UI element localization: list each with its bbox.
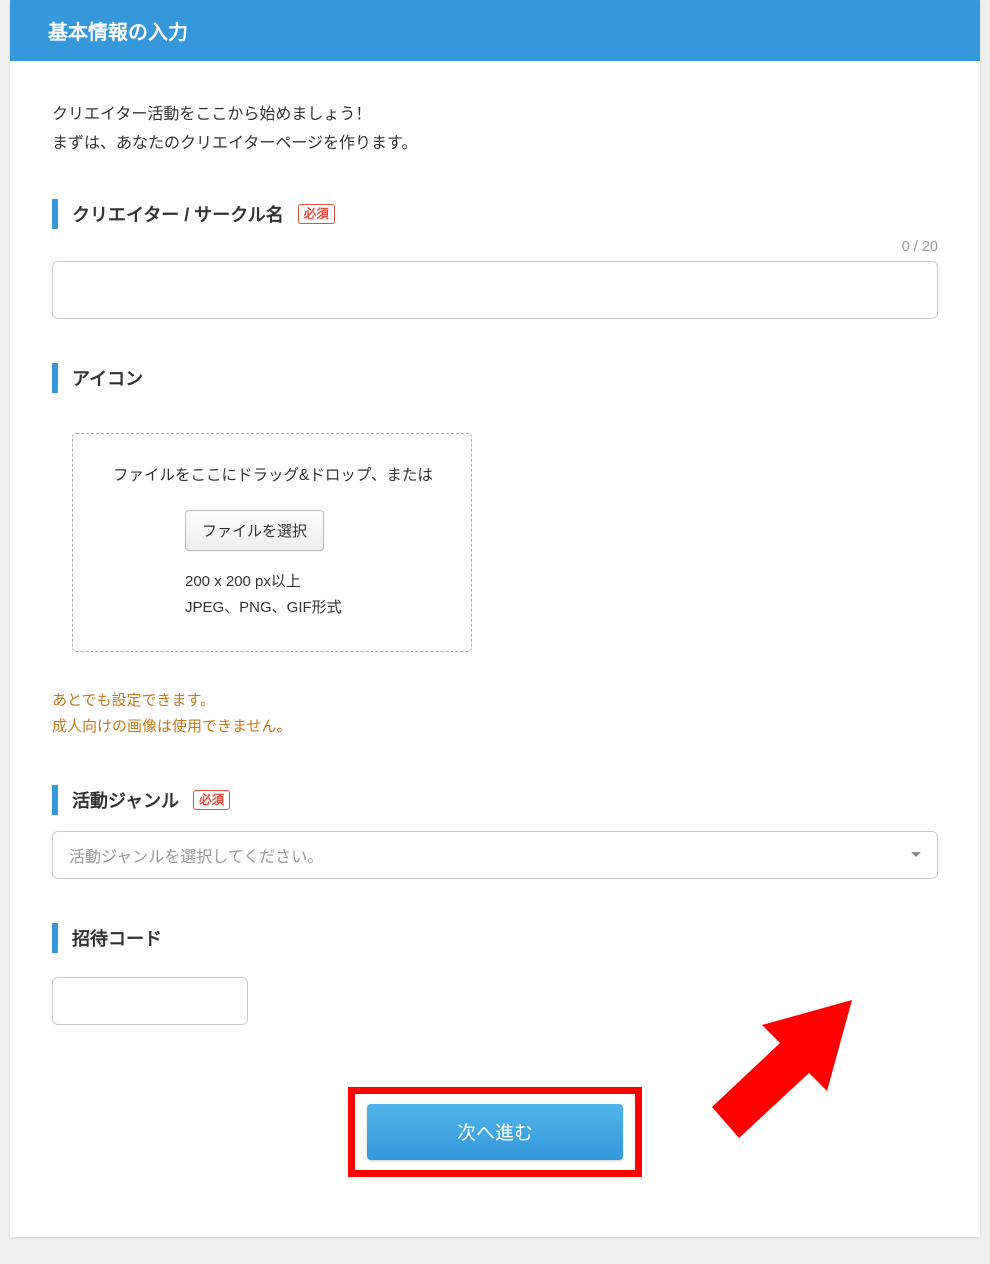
icon-note-1: あとでも設定できます。 [52, 688, 938, 714]
creator-name-label-row: クリエイター / サークル名 必須 [52, 199, 938, 229]
icon-notes: あとでも設定できます。 成人向けの画像は使用できません。 [52, 688, 938, 741]
choose-file-button[interactable]: ファイルを選択 [185, 510, 324, 551]
form-container: 基本情報の入力 クリエイター活動をここから始めましょう！ まずは、あなたのクリエ… [10, 0, 980, 1237]
panel-header: 基本情報の入力 [10, 0, 980, 61]
genre-label: 活動ジャンル [72, 787, 179, 813]
hint-size: 200 x 200 px以上 [185, 569, 435, 595]
required-badge: 必須 [193, 790, 230, 810]
required-badge: 必須 [298, 204, 335, 224]
invite-label: 招待コード [72, 925, 162, 951]
dropzone-hint: 200 x 200 px以上 JPEG、PNG、GIF形式 [185, 569, 435, 622]
intro-line-2: まずは、あなたのクリエイターページを作ります。 [52, 130, 938, 159]
section-accent-bar [52, 923, 58, 953]
header-title: 基本情報の入力 [48, 22, 188, 44]
creator-name-label: クリエイター / サークル名 [72, 201, 284, 227]
arrow-annotation-icon [692, 977, 862, 1147]
icon-label-row: アイコン [52, 363, 938, 393]
invite-code-input[interactable] [52, 977, 248, 1025]
icon-label: アイコン [72, 365, 143, 391]
invite-label-row: 招待コード [52, 923, 938, 953]
file-dropzone[interactable]: ファイルをここにドラッグ&ドロップ、または ファイルを選択 200 x 200 … [72, 433, 472, 653]
intro-text: クリエイター活動をここから始めましょう！ まずは、あなたのクリエイターページを作… [52, 101, 938, 159]
creator-name-input[interactable] [52, 261, 938, 319]
genre-select[interactable]: 活動ジャンルを選択してください。 [52, 831, 938, 879]
genre-placeholder: 活動ジャンルを選択してください。 [69, 843, 323, 867]
next-button[interactable]: 次へ進む [367, 1104, 623, 1160]
hint-format: JPEG、PNG、GIF形式 [185, 595, 435, 621]
genre-label-row: 活動ジャンル 必須 [52, 785, 938, 815]
intro-line-1: クリエイター活動をここから始めましょう！ [52, 101, 938, 130]
chevron-down-icon [911, 852, 921, 857]
section-accent-bar [52, 199, 58, 229]
highlight-frame: 次へ進む [348, 1087, 642, 1177]
dropzone-instruction: ファイルをここにドラッグ&ドロップ、または [113, 464, 435, 488]
section-accent-bar [52, 363, 58, 393]
icon-note-2: 成人向けの画像は使用できません。 [52, 714, 938, 740]
char-counter: 0 / 20 [52, 239, 938, 255]
form-content: クリエイター活動をここから始めましょう！ まずは、あなたのクリエイターページを作… [10, 61, 980, 1237]
section-accent-bar [52, 785, 58, 815]
submit-row: 次へ進む [52, 1087, 938, 1177]
